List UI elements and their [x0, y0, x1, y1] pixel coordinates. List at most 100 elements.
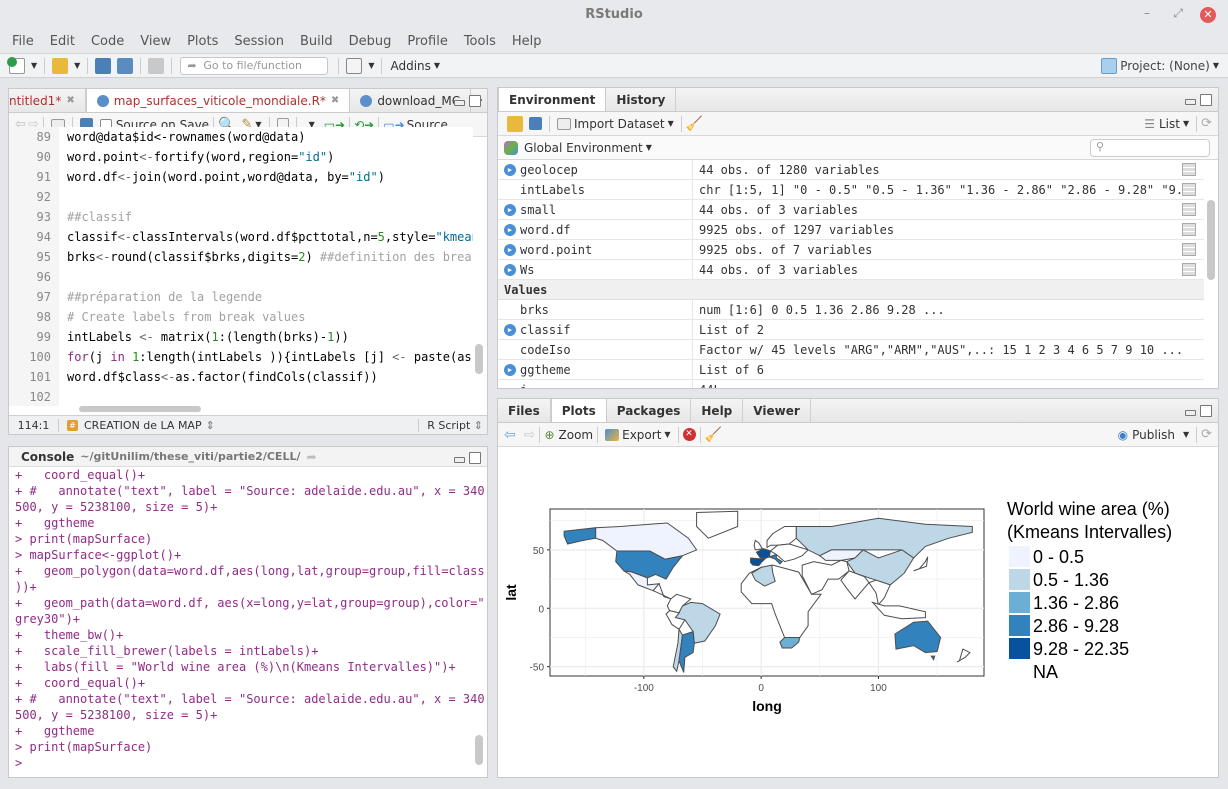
scope-selector[interactable]: Global Environment — [524, 141, 643, 155]
code-editor[interactable]: 89 word@data$id<-rownames(word@data) 90 wor… — [9, 127, 473, 406]
tab-files[interactable]: Files — [498, 399, 551, 422]
environment-row[interactable]: codeIso Factor w/ 45 levels "ARG","ARM","… — [498, 339, 1204, 360]
environment-row[interactable]: intLabels chr [1:5, 1] "0 - 0.5" "0.5 - 1… — [498, 179, 1204, 200]
view-data-icon[interactable] — [1182, 203, 1196, 216]
scope-dropdown-icon[interactable]: ▼ — [646, 143, 652, 152]
expand-icon[interactable]: ▶ — [504, 243, 516, 256]
broom-icon[interactable]: 🧹 — [686, 116, 703, 132]
code-line[interactable]: 90 word.point<-fortify(word,region="id") — [9, 147, 473, 167]
code-line[interactable]: 89 word@data$id<-rownames(word@data) — [9, 127, 473, 147]
view-data-icon[interactable] — [1182, 223, 1196, 236]
code-line[interactable]: 101 word.df$class<-as.factor(findCols(cla… — [9, 367, 473, 387]
tab-untitled1[interactable]: ntitled1* ✖ — [9, 89, 86, 112]
pane-layout-icon[interactable] — [346, 57, 363, 74]
maximize-pane-icon[interactable] — [1200, 94, 1212, 106]
addins-dropdown-icon[interactable]: ▼ — [434, 61, 440, 70]
maximize-pane-icon[interactable] — [469, 452, 481, 464]
section-navigator[interactable]: CREATION de LA MAP — [84, 419, 202, 432]
new-file-icon[interactable] — [7, 56, 25, 74]
menu-file[interactable]: File — [12, 34, 34, 49]
tab-download[interactable]: download_MC — [350, 89, 472, 112]
view-data-icon[interactable] — [1182, 183, 1196, 196]
view-mode-button[interactable]: List — [1159, 117, 1180, 131]
view-data-icon[interactable] — [1182, 263, 1196, 276]
menu-debug[interactable]: Debug — [349, 34, 392, 49]
code-line[interactable]: 94 classif<-classIntervals(word.df$pcttot… — [9, 227, 473, 247]
environment-row[interactable]: ▶ geolocep 44 obs. of 1280 variables — [498, 159, 1204, 180]
open-dropdown-icon[interactable]: ▼ — [74, 61, 80, 70]
menu-build[interactable]: Build — [300, 34, 333, 49]
print-icon[interactable] — [148, 57, 165, 74]
close-button[interactable]: ✕ — [1200, 7, 1216, 23]
project-menu[interactable]: Project: (None) ▼ — [1098, 57, 1222, 74]
code-line[interactable]: 102 — [9, 387, 473, 406]
open-folder-icon[interactable] — [52, 57, 69, 74]
tab-help[interactable]: Help — [691, 399, 744, 422]
publish-dropdown-icon[interactable]: ▼ — [1183, 430, 1189, 439]
menu-code[interactable]: Code — [91, 34, 124, 49]
go-to-directory-icon[interactable]: ➦ — [306, 450, 316, 464]
environment-row[interactable]: ▶ ggtheme List of 6 — [498, 359, 1204, 380]
zoom-button[interactable]: Zoom — [559, 428, 594, 442]
new-file-dropdown-icon[interactable]: ▼ — [31, 61, 37, 70]
editor-hscrollbar[interactable] — [79, 406, 201, 412]
code-line[interactable]: 96 — [9, 267, 473, 287]
console-vscrollbar[interactable] — [475, 735, 483, 765]
view-mode-dropdown-icon[interactable]: ▼ — [1183, 119, 1189, 128]
menu-profile[interactable]: Profile — [407, 34, 447, 49]
tab-environment[interactable]: Environment — [498, 88, 607, 111]
tab-packages[interactable]: Packages — [607, 399, 692, 422]
maximize-pane-icon[interactable] — [1200, 405, 1212, 417]
code-line[interactable]: 99 intLabels <- matrix(1:(length(brks)-1)… — [9, 327, 473, 347]
code-line[interactable]: 98 # Create labels from break values — [9, 307, 473, 327]
publish-button[interactable]: Publish — [1132, 428, 1175, 442]
refresh-icon[interactable]: ⟳ — [1201, 427, 1212, 442]
expand-icon[interactable]: ▶ — [504, 363, 516, 376]
minimize-pane-icon[interactable] — [454, 457, 465, 463]
previous-plot-icon[interactable]: ⇦ — [504, 427, 516, 443]
addins-button[interactable]: Addins — [390, 59, 430, 73]
import-dataset-button[interactable]: Import Dataset — [574, 117, 665, 131]
tab-plots[interactable]: Plots — [550, 399, 607, 422]
code-line[interactable]: 92 — [9, 187, 473, 207]
minimize-pane-icon[interactable] — [1185, 410, 1196, 416]
environment-row[interactable]: ▶ word.df 9925 obs. of 1297 variables — [498, 219, 1204, 240]
save-workspace-icon[interactable] — [529, 117, 542, 130]
menu-help[interactable]: Help — [512, 34, 542, 49]
clear-plots-broom-icon[interactable]: 🧹 — [705, 427, 722, 443]
expand-icon[interactable]: ▶ — [504, 263, 516, 276]
export-dropdown-icon[interactable]: ▼ — [664, 430, 670, 439]
code-line[interactable]: 91 word.df<-join(word.point,word@data, by… — [9, 167, 473, 187]
restore-button[interactable]: ⤢ — [1173, 6, 1183, 21]
menu-plots[interactable]: Plots — [187, 34, 218, 49]
filetype-selector[interactable]: R Script ⇕ — [418, 418, 483, 432]
code-line[interactable]: 93 ##classif — [9, 207, 473, 227]
environment-search-input[interactable]: ⚲ — [1090, 138, 1210, 157]
environment-row[interactable]: brks num [1:6] 0 0.5 1.36 2.86 9.28 ... — [498, 299, 1204, 320]
expand-icon[interactable]: ▶ — [504, 223, 516, 236]
environment-row[interactable]: ▶ classif List of 2 — [498, 319, 1204, 340]
goto-file-input[interactable]: Go to file/function — [180, 56, 329, 75]
code-line[interactable]: 95 brks<-round(classif$brks,digits=2) ##d… — [9, 247, 473, 267]
code-line[interactable]: 100 for(j in 1:length(intLabels )){intLab… — [9, 347, 473, 367]
minimize-button[interactable]: – — [1144, 6, 1150, 20]
view-data-icon[interactable] — [1182, 243, 1196, 256]
section-dropdown-icon[interactable]: ⇕ — [206, 419, 215, 432]
save-icon[interactable] — [95, 57, 112, 74]
close-tab-icon[interactable]: ✖ — [331, 90, 339, 112]
environment-row[interactable]: ▶ word.point 9925 obs. of 7 variables — [498, 239, 1204, 260]
tab-map-surfaces[interactable]: map_surfaces_viticole_mondiale.R* ✖ — [85, 89, 351, 112]
import-dropdown-icon[interactable]: ▼ — [668, 119, 674, 128]
tab-history[interactable]: History — [606, 88, 677, 111]
layout-dropdown-icon[interactable]: ▼ — [368, 61, 374, 70]
menu-edit[interactable]: Edit — [50, 34, 75, 49]
close-tab-icon[interactable]: ✖ — [66, 90, 74, 112]
minimize-pane-icon[interactable] — [1185, 99, 1196, 105]
minimize-pane-icon[interactable] — [454, 100, 465, 106]
console-output[interactable]: + coord_equal()+ + # annotate("text", lab… — [9, 467, 485, 777]
code-line[interactable]: 97 ##préparation de la legende — [9, 287, 473, 307]
save-all-icon[interactable] — [117, 57, 134, 74]
expand-icon[interactable]: ▶ — [504, 323, 516, 336]
expand-icon[interactable]: ▶ — [504, 163, 516, 176]
environment-row[interactable]: ▶ small 44 obs. of 3 variables — [498, 199, 1204, 220]
